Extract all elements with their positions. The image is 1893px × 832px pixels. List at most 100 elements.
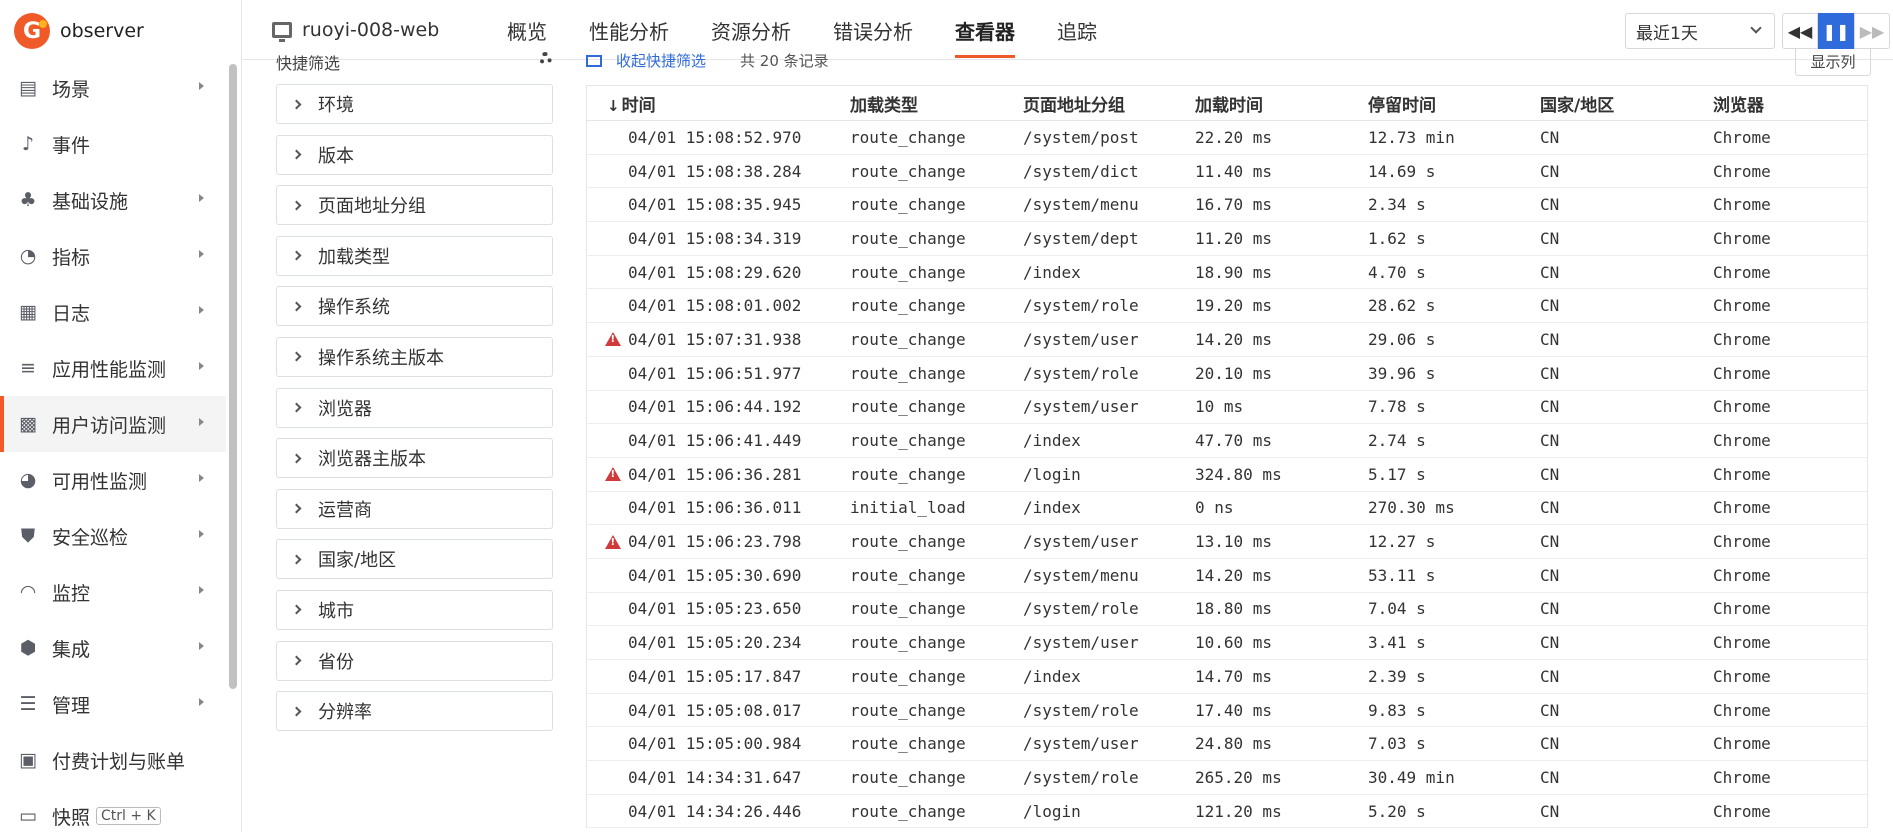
facet-label: 页面地址分组	[318, 196, 426, 218]
cell-page: /system/menu	[1023, 565, 1139, 585]
table-row[interactable]: 04/01 15:05:08.017 route_change/system/ro…	[587, 694, 1867, 728]
cell-stay: 3.41 s	[1368, 633, 1426, 653]
facet-item[interactable]: 环境	[276, 84, 553, 124]
facet-item[interactable]: 运营商	[276, 488, 553, 529]
cell-country: CN	[1540, 464, 1560, 484]
facet-item[interactable]: 操作系统	[276, 286, 553, 327]
table-row[interactable]: 04/01 15:05:17.847 route_change/index 14.7…	[587, 660, 1867, 694]
columns-button[interactable]: 显示列	[1795, 48, 1871, 76]
table-row[interactable]: 04/01 15:08:35.945 route_change/system/me…	[587, 188, 1867, 223]
table-row[interactable]: 04/01 15:08:52.970 route_change/system/po…	[587, 121, 1867, 155]
cell-type: route_change	[850, 734, 966, 754]
brand-logo[interactable]: G observer	[14, 12, 144, 50]
column-header[interactable]: 加载时间	[1195, 91, 1368, 116]
cell-time: 04/01 15:06:51.977	[628, 363, 802, 383]
column-header[interactable]: 页面地址分组	[1023, 91, 1195, 116]
bars-icon: ≡	[20, 357, 36, 379]
table-row[interactable]: 04/01 15:05:30.690 route_change/system/me…	[587, 559, 1867, 593]
cell-browser: Chrome	[1713, 464, 1771, 484]
table-row[interactable]: 04/01 15:08:38.284 route_change/system/di…	[587, 155, 1867, 189]
table-row[interactable]: 04/01 15:05:20.234 route_change/system/us…	[587, 626, 1867, 660]
sidebar-item-label: 用户访问监测	[52, 414, 167, 437]
cell-load: 13.10 ms	[1195, 532, 1273, 552]
sidebar-item[interactable]: ▩ 用户访问监测	[0, 396, 226, 452]
cell-page: /login	[1023, 801, 1081, 821]
table-row[interactable]: 04/01 15:08:01.002 route_change/system/ro…	[587, 289, 1867, 324]
table-row[interactable]: 04/01 14:34:31.647 route_change/system/ro…	[587, 761, 1867, 795]
tab-item[interactable]: 追踪	[1036, 0, 1118, 60]
sidebar-item[interactable]: ♣ 基础设施	[0, 172, 226, 228]
chevron-right-icon	[199, 82, 204, 90]
fast-forward-button[interactable]: ▶▶	[1854, 13, 1890, 49]
chevron-right-icon	[199, 586, 204, 594]
table-row[interactable]: 04/01 15:06:36.281 route_change/login 324.…	[587, 458, 1867, 492]
table-row[interactable]: 04/01 15:06:23.798 route_change/system/us…	[587, 525, 1867, 559]
table-row[interactable]: 04/01 15:06:44.192 route_change/system/us…	[587, 391, 1867, 425]
sidebar-item[interactable]: ⛊ 安全巡检	[0, 508, 226, 564]
facet-item[interactable]: 版本	[276, 134, 553, 175]
table-row[interactable]: 04/01 15:08:34.319 route_change/system/de…	[587, 222, 1867, 256]
facet-item[interactable]: 分辨率	[276, 691, 553, 732]
cell-load: 121.20 ms	[1195, 801, 1282, 821]
sidebar-item[interactable]: ☰ 管理	[0, 676, 226, 732]
cell-type: route_change	[850, 228, 966, 248]
sidebar-item[interactable]: ▭ 快照 Ctrl + K	[0, 788, 226, 832]
collapse-filter-link[interactable]: 收起快捷筛选	[586, 50, 706, 71]
rewind-button[interactable]: ◀◀	[1782, 13, 1818, 49]
cell-page: /system/role	[1023, 599, 1139, 619]
gear-icon[interactable]	[539, 52, 552, 65]
tab-item[interactable]: 概览	[486, 0, 568, 60]
column-header[interactable]: 国家/地区	[1540, 91, 1713, 116]
cell-type: route_change	[850, 700, 966, 720]
column-header-time[interactable]: ↓ 时间	[607, 91, 850, 116]
cell-load: 11.40 ms	[1195, 161, 1273, 181]
table-row[interactable]: 04/01 15:06:41.449 route_change/index 47.7…	[587, 424, 1867, 458]
cell-stay: 2.74 s	[1368, 431, 1426, 451]
facet-item[interactable]: 浏览器	[276, 387, 553, 428]
fast-forward-icon: ▶▶	[1859, 21, 1885, 41]
pause-button[interactable]: ❚❚	[1818, 13, 1854, 49]
cell-stay: 2.34 s	[1368, 195, 1426, 215]
table-row[interactable]: 04/01 15:08:29.620 route_change/index 18.9…	[587, 256, 1867, 290]
table-row[interactable]: 04/01 15:05:00.984 route_change/system/us…	[587, 727, 1867, 762]
sidebar-item[interactable]: ≡ 应用性能监测	[0, 340, 226, 396]
table-header: ↓ 时间 加载类型 页面地址分组 加载时间 停留时间 国家/地区 浏览器	[587, 85, 1867, 121]
table-row[interactable]: 04/01 15:06:36.011 initial_load/index 0 ns…	[587, 492, 1867, 526]
time-range-select[interactable]: 最近1天	[1625, 13, 1775, 49]
cell-country: CN	[1540, 127, 1560, 147]
sidebar-item[interactable]: ◕ 可用性监测	[0, 452, 226, 508]
sidebar-scrollbar[interactable]	[229, 64, 237, 689]
facet-label: 操作系统主版本	[318, 347, 444, 369]
chevron-right-icon	[291, 149, 302, 160]
tab-item[interactable]: 查看器	[934, 0, 1036, 60]
table-row[interactable]: 04/01 14:34:26.446 route_change/login 121.…	[587, 795, 1867, 829]
chevron-right-icon	[291, 301, 302, 312]
table-row[interactable]: 04/01 15:05:23.650 route_change/system/ro…	[587, 593, 1867, 627]
facet-item[interactable]: 页面地址分组	[276, 185, 553, 226]
sidebar-item[interactable]: ◠ 监控	[0, 564, 226, 620]
column-header[interactable]: 加载类型	[850, 91, 1023, 116]
sidebar-item[interactable]: ◔ 指标	[0, 228, 226, 284]
column-header[interactable]: 停留时间	[1368, 91, 1540, 116]
table-row[interactable]: 04/01 15:06:51.977 route_change/system/ro…	[587, 357, 1867, 391]
sidebar-item[interactable]: ▦ 日志	[0, 284, 226, 340]
column-header[interactable]: 浏览器	[1713, 91, 1867, 116]
tab-item[interactable]: 错误分析	[812, 0, 934, 60]
facet-item[interactable]: 国家/地区	[276, 539, 553, 580]
sidebar-item[interactable]: ♪ 事件	[0, 116, 226, 172]
sidebar-item[interactable]: ▣ 付费计划与账单	[0, 732, 226, 788]
facet-item[interactable]: 省份	[276, 640, 553, 681]
cell-browser: Chrome	[1713, 127, 1771, 147]
top-bar: ruoyi-008-web 概览 性能分析 资源分析 错误分析 查看器 追踪 最近1天 ◀…	[242, 0, 1893, 60]
facet-item[interactable]: 操作系统主版本	[276, 336, 553, 377]
chevron-right-icon	[291, 655, 302, 666]
facet-item[interactable]: 城市	[276, 589, 553, 630]
table-row[interactable]: 04/01 15:07:31.938 route_change/system/us…	[587, 323, 1867, 357]
cubes-icon: ♣	[19, 189, 37, 211]
sidebar-item[interactable]: ⬢ 集成	[0, 620, 226, 676]
facet-item[interactable]: 加载类型	[276, 235, 553, 276]
chevron-right-icon	[199, 530, 204, 538]
sidebar-item[interactable]: ▤ 场景	[0, 60, 226, 116]
chevron-right-icon	[199, 362, 204, 370]
facet-item[interactable]: 浏览器主版本	[276, 438, 553, 479]
